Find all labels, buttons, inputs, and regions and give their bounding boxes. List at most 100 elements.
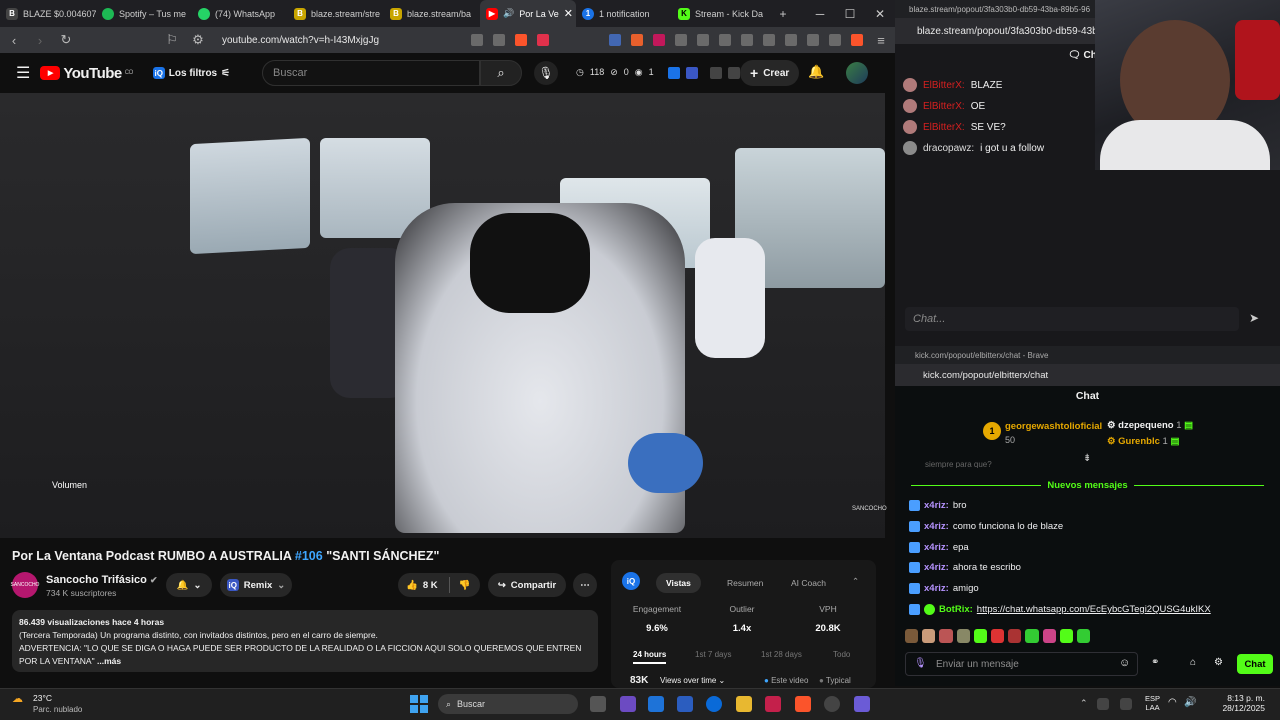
extension-icon[interactable] [807, 34, 819, 46]
extension-icon[interactable] [667, 67, 680, 79]
brave-shield-icon[interactable] [515, 34, 527, 46]
hamburger-menu-icon[interactable]: ☰ [16, 63, 30, 83]
collapse-gifters-icon[interactable]: ⇟ [1083, 453, 1091, 464]
create-button[interactable]: + Crear [740, 60, 800, 86]
chat-username[interactable]: BotRix: [939, 604, 973, 615]
video-player[interactable] [0, 93, 885, 538]
kick-address-bar[interactable]: kick.com/popout/elbitterx/chat [895, 364, 1280, 386]
channel-name[interactable]: Sancocho Trifásico ✔ [46, 574, 157, 586]
tray-icon[interactable] [1097, 698, 1109, 710]
close-window-icon[interactable]: ✕ [865, 7, 895, 21]
browser-tab[interactable]: Bblaze.stream/stre [288, 0, 384, 27]
chat-username[interactable]: dracopawz: [923, 143, 974, 154]
channel-avatar[interactable]: SANCOCHO [11, 572, 39, 598]
vpn-icon[interactable] [829, 34, 841, 46]
chat-username[interactable]: x4riz: [924, 521, 949, 532]
points-icon[interactable]: ⚭ [1151, 657, 1159, 668]
top-gifter-name[interactable]: georgewashtolioficial [1005, 421, 1102, 432]
reload-icon[interactable]: ↻ [58, 32, 74, 48]
collapse-icon[interactable]: ⌃ [852, 576, 859, 587]
mic-icon[interactable]: 🎙 [914, 658, 927, 669]
emote-icon[interactable] [1025, 629, 1039, 643]
site-info-icon[interactable]: ⚙ [190, 32, 206, 48]
emote-icon[interactable] [905, 629, 919, 643]
dislike-icon[interactable]: 👎 [459, 580, 471, 591]
windows-start-icon[interactable] [410, 695, 428, 713]
emote-icon[interactable] [922, 629, 936, 643]
like-icon[interactable]: 👍 [406, 580, 418, 591]
share-button[interactable]: ↪ Compartir [488, 573, 566, 597]
send-chat-button[interactable]: Chat [1237, 654, 1273, 674]
subscribe-notifications-button[interactable]: 🔔 ⌄ [166, 573, 212, 597]
blaze-chat-input[interactable]: Chat... [905, 307, 1239, 331]
weather-icon[interactable]: ☁ [12, 692, 23, 705]
minimize-icon[interactable]: ─ [805, 7, 835, 21]
language-indicator[interactable]: ESP LAA [1145, 694, 1160, 712]
menu-icon[interactable]: ≡ [873, 33, 889, 48]
mic-tray-icon[interactable] [1120, 698, 1132, 710]
browser-tab[interactable]: Bblaze.stream/ba [384, 0, 480, 27]
extension-icon[interactable] [653, 34, 665, 46]
extension-icon[interactable] [685, 67, 698, 79]
range-all[interactable]: Todo [833, 650, 850, 659]
extension-icon[interactable] [697, 34, 709, 46]
app-icon[interactable] [620, 696, 636, 712]
chat-username[interactable]: x4riz: [924, 562, 949, 573]
brave-taskbar-icon[interactable] [795, 696, 811, 712]
emote-icon[interactable] [973, 629, 987, 643]
new-tab-icon[interactable]: + [768, 7, 798, 21]
browser-tab[interactable]: Spotify – Tus me [96, 0, 192, 27]
remix-button[interactable]: iQ Remix ⌄ [220, 573, 292, 597]
chat-username[interactable]: x4riz: [924, 583, 949, 594]
cast-icon[interactable] [471, 34, 483, 46]
whatsapp-link[interactable]: https://chat.whatsapp.com/EcEybcGTegi2QU… [977, 604, 1211, 615]
store-app-icon[interactable] [677, 696, 693, 712]
browser-tab[interactable]: B BLAZE $0.004607 [0, 0, 96, 27]
chat-username[interactable]: ElBitterX: [923, 80, 965, 91]
task-view-icon[interactable] [590, 696, 606, 712]
search-button[interactable]: ⌕ [480, 60, 522, 86]
range-28d[interactable]: 1st 28 days [761, 650, 802, 659]
search-input[interactable]: Buscar [262, 60, 480, 86]
tab-resumen[interactable]: Resumen [727, 578, 763, 588]
extension-icon[interactable] [631, 34, 643, 46]
voice-search-button[interactable]: 🎙 [534, 61, 558, 85]
extension-icon[interactable] [741, 34, 753, 46]
emote-icon[interactable] [1042, 629, 1056, 643]
views-over-time-dropdown[interactable]: Views over time ⌄ [660, 676, 725, 685]
extension-icon[interactable] [727, 67, 740, 79]
sidebar-icon[interactable] [763, 34, 775, 46]
gifter-entry[interactable]: ⚙ dzepequeno 1 ▤ [1107, 420, 1193, 431]
volume-icon[interactable]: 🔊 [1184, 697, 1196, 708]
hashtag-link[interactable]: #106 [295, 549, 323, 563]
settings-icon[interactable]: ⚙ [1214, 657, 1223, 668]
maximize-icon[interactable]: ☐ [835, 7, 865, 21]
forward-icon[interactable]: › [32, 33, 48, 48]
youtube-logo[interactable]: ▶ YouTube CO [40, 65, 133, 82]
extension-icon[interactable] [609, 34, 621, 46]
close-tab-icon[interactable]: ✕ [564, 7, 573, 20]
extension-icon[interactable] [709, 67, 722, 79]
bookmark-icon[interactable]: ⚐ [164, 32, 180, 48]
user-avatar[interactable] [846, 62, 868, 84]
like-count[interactable]: 8 K [423, 580, 438, 591]
browser-tab[interactable]: (74) WhatsApp [192, 0, 288, 27]
taskbar-search[interactable]: ⌕ Buscar [438, 694, 578, 714]
audio-icon[interactable]: 🔊 [503, 8, 514, 19]
browser-tab-active[interactable]: ▶ 🔊 Por La Ve ✕ [480, 0, 576, 27]
extension-icon[interactable] [675, 34, 687, 46]
back-icon[interactable]: ‹ [6, 33, 22, 48]
emoji-icon[interactable]: ☺ [1119, 657, 1130, 669]
chat-username[interactable]: ElBitterX: [923, 101, 965, 112]
emote-icon[interactable] [1008, 629, 1022, 643]
more-actions-button[interactable]: ⋯ [573, 573, 597, 597]
edge-icon[interactable] [648, 696, 664, 712]
gifter-entry[interactable]: ⚙ Gurenblc 1 ▤ [1107, 436, 1179, 447]
chat-username[interactable]: x4riz: [924, 542, 949, 553]
emote-icon[interactable] [990, 629, 1005, 643]
extension-icon[interactable] [719, 34, 731, 46]
tab-ai-coach[interactable]: AI Coach [791, 578, 826, 588]
emote-icon[interactable] [939, 629, 953, 643]
share-icon[interactable] [493, 34, 505, 46]
chat-username[interactable]: x4riz: [924, 500, 949, 511]
